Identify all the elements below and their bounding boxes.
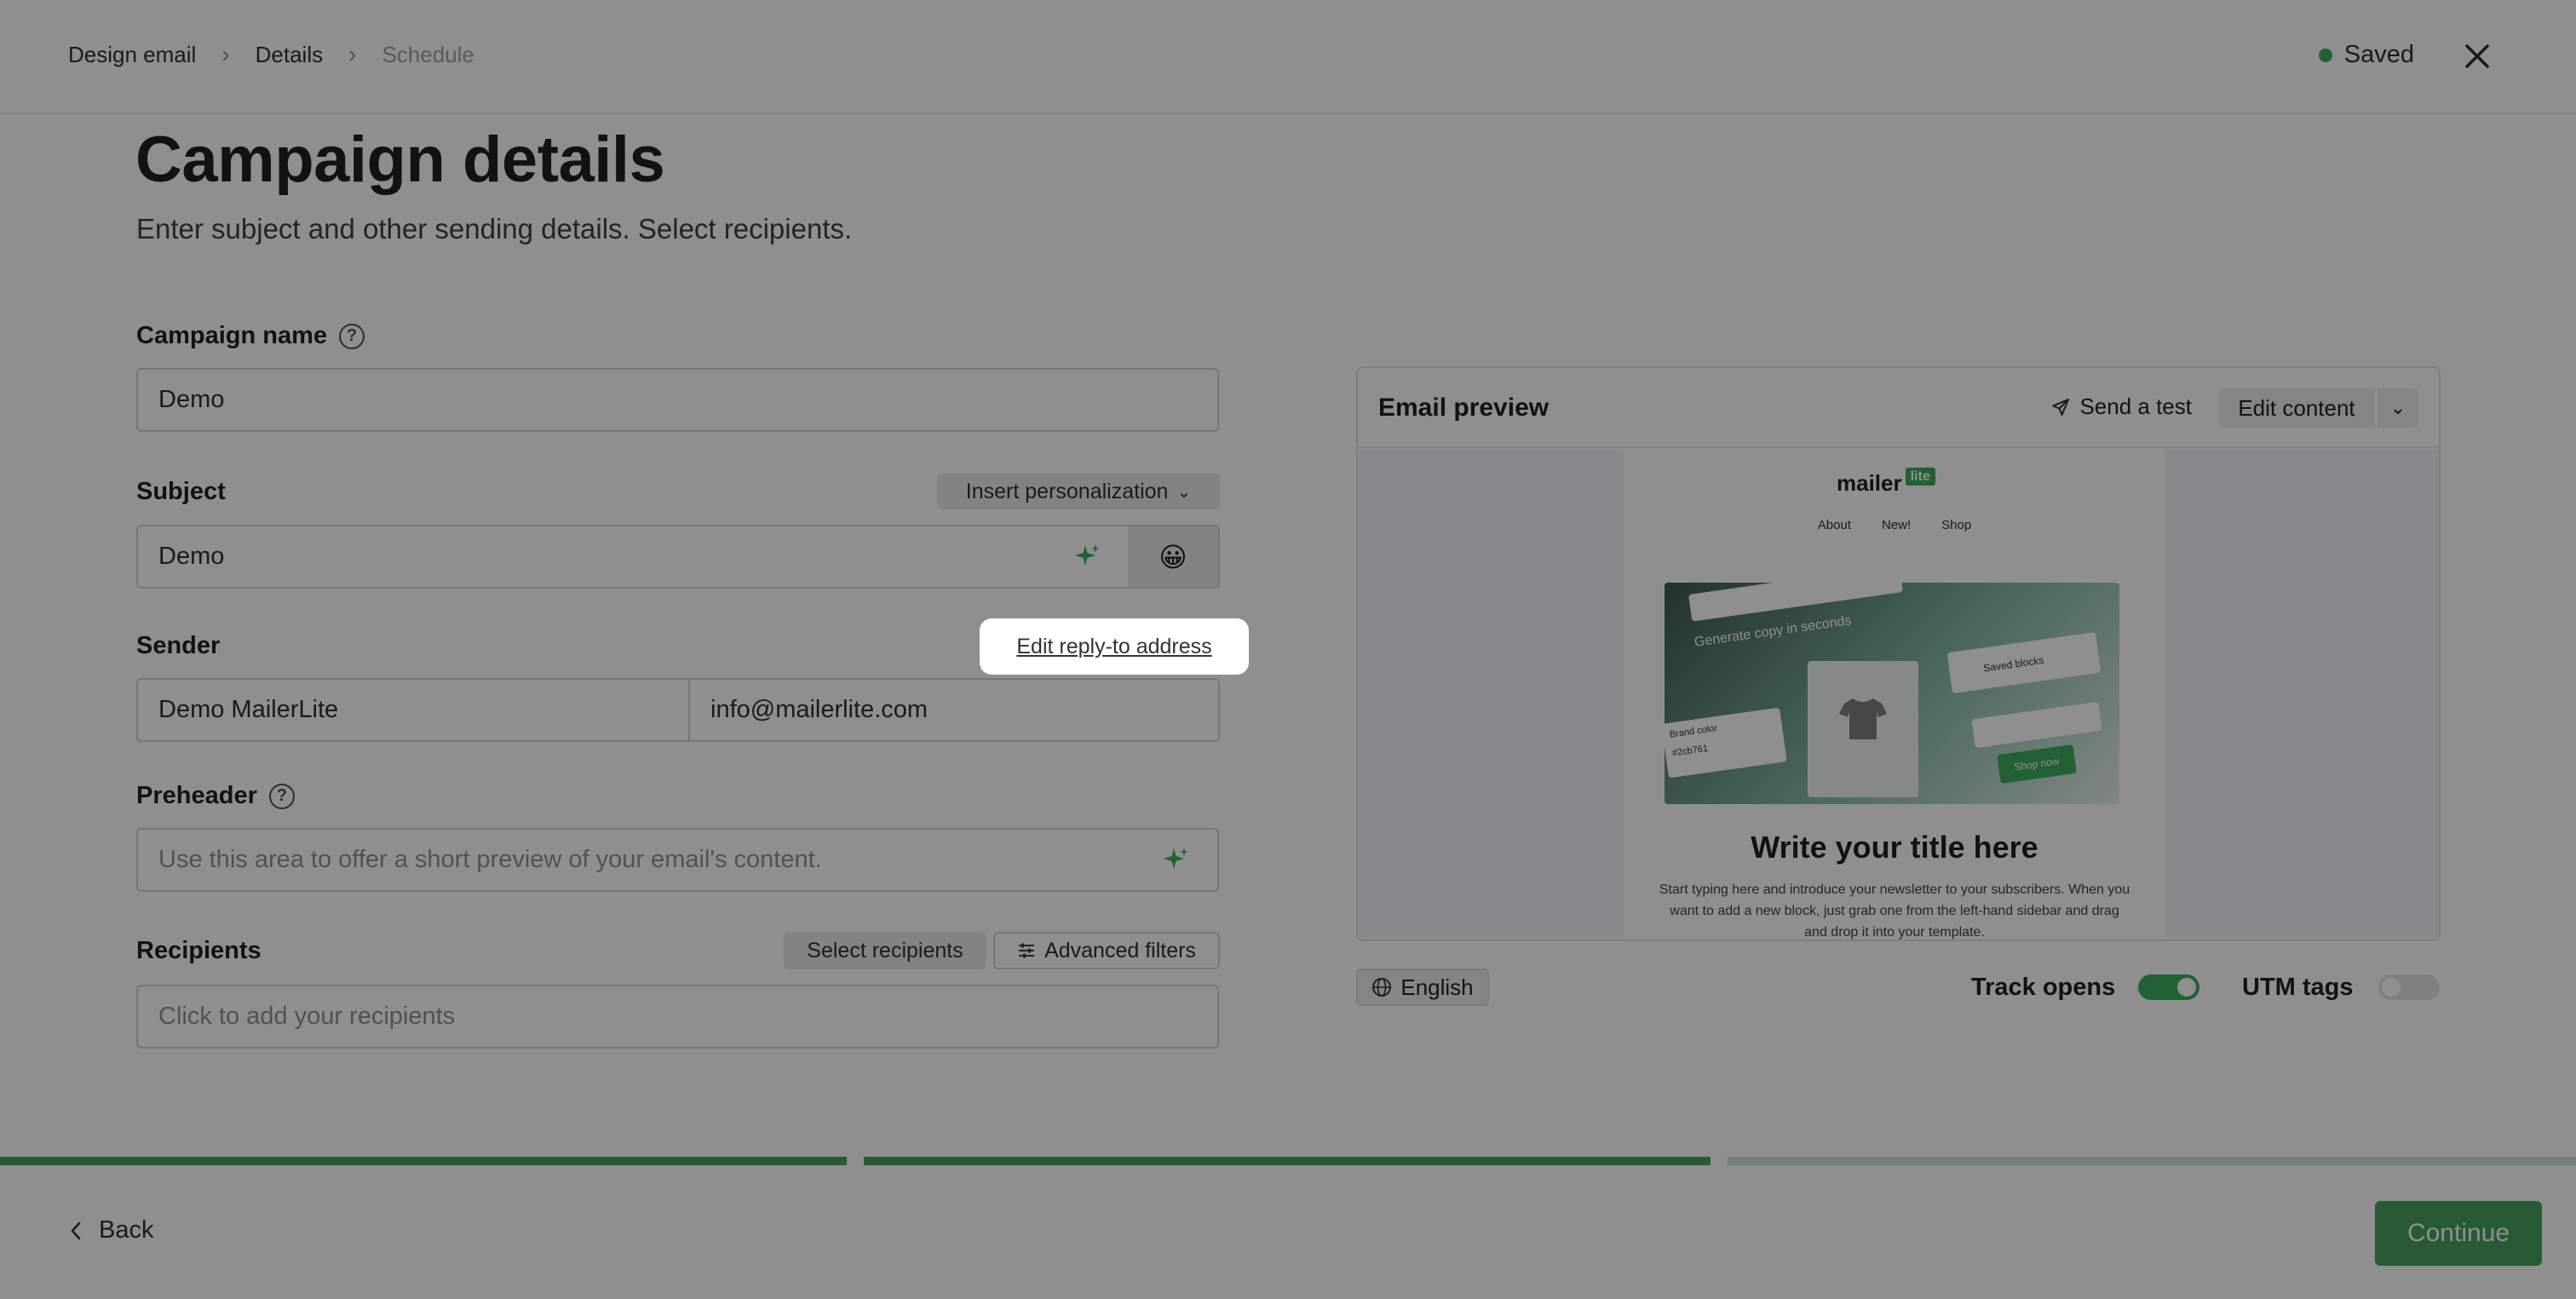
email-template: mailer lite About New! Shop Generate copy… bbox=[1624, 450, 2165, 940]
chevron-down-icon: ⌄ bbox=[2389, 397, 2406, 418]
edit-content-dropdown-button[interactable]: ⌄ bbox=[2378, 388, 2418, 428]
subject-label: Subject bbox=[136, 478, 226, 505]
editor-toolbar-graphic bbox=[1688, 583, 1904, 622]
progress-step-1 bbox=[0, 1157, 847, 1165]
progress-step-2 bbox=[864, 1157, 1711, 1165]
campaign-name-input[interactable]: Demo bbox=[136, 368, 1219, 432]
advanced-filters-button[interactable]: Advanced filters bbox=[993, 932, 1220, 969]
email-nav-new: New! bbox=[1881, 518, 1912, 532]
chevron-right-icon: › bbox=[348, 41, 357, 67]
sender-label: Sender bbox=[136, 632, 221, 659]
toggle-knob bbox=[2382, 978, 2401, 997]
product-card-graphic bbox=[1808, 661, 1918, 797]
saved-label: Saved bbox=[2343, 41, 2414, 68]
toggle-knob bbox=[2177, 978, 2196, 997]
hero-caption: Generate copy in seconds bbox=[1693, 613, 1853, 650]
subject-input[interactable]: Demo bbox=[136, 525, 1130, 589]
save-status: Saved bbox=[2318, 41, 2414, 69]
ai-sparkle-icon[interactable] bbox=[1162, 845, 1191, 874]
language-button[interactable]: English bbox=[1356, 969, 1489, 1006]
page-title: Campaign details bbox=[135, 124, 665, 196]
email-heading: Write your title here bbox=[1751, 830, 2038, 865]
format-toolbar-graphic bbox=[1971, 701, 2102, 749]
utm-tags-label: UTM tags bbox=[2242, 974, 2354, 1001]
footer-bar bbox=[0, 1165, 2576, 1299]
help-icon[interactable]: ? bbox=[268, 783, 295, 809]
send-test-label: Send a test bbox=[2079, 394, 2192, 419]
status-dot-icon bbox=[2318, 48, 2332, 62]
edit-content-button[interactable]: Edit content bbox=[2219, 388, 2374, 428]
preheader-input[interactable]: Use this area to offer a short preview o… bbox=[136, 828, 1219, 892]
email-nav-shop: Shop bbox=[1941, 518, 1972, 532]
close-icon[interactable] bbox=[2458, 37, 2496, 75]
saved-blocks-label: Saved blocks bbox=[1982, 653, 2045, 675]
insert-personalization-label: Insert personalization bbox=[965, 479, 1169, 503]
back-label: Back bbox=[99, 1216, 154, 1244]
saved-blocks-card: Saved blocks bbox=[1946, 631, 2102, 694]
campaign-details-page: Design email › Details › Schedule Saved … bbox=[0, 0, 2576, 1299]
email-nav: About New! Shop bbox=[1624, 518, 2165, 532]
language-label: English bbox=[1400, 974, 1474, 1000]
globe-icon bbox=[1372, 978, 1392, 997]
send-test-button[interactable]: Send a test bbox=[2050, 394, 2192, 420]
send-icon bbox=[2052, 398, 2070, 416]
logo-text: mailer bbox=[1837, 470, 1902, 496]
edit-reply-to-link[interactable]: Edit reply-to address bbox=[1016, 635, 1211, 659]
breadcrumb: Design email › Details › Schedule bbox=[68, 41, 474, 68]
chevron-left-icon bbox=[71, 1221, 81, 1239]
select-recipients-button[interactable]: Select recipients bbox=[784, 932, 986, 969]
breadcrumb-design-email[interactable]: Design email bbox=[68, 42, 196, 68]
email-preview-header: Email preview Send a test Edit content ⌄ bbox=[1358, 368, 2439, 448]
breadcrumb-details[interactable]: Details bbox=[256, 42, 323, 68]
recipients-label: Recipients bbox=[136, 937, 262, 964]
track-opens-toggle[interactable] bbox=[2138, 974, 2199, 1000]
top-bar: Design email › Details › Schedule Saved bbox=[0, 0, 2576, 114]
edit-reply-to-spotlight: Edit reply-to address bbox=[980, 618, 1249, 675]
mailerlite-logo: mailer lite bbox=[1837, 468, 1935, 497]
campaign-name-label-text: Campaign name bbox=[136, 322, 327, 349]
sender-name-input[interactable]: Demo MailerLite bbox=[136, 678, 690, 742]
page-subtitle: Enter subject and other sending details.… bbox=[136, 213, 853, 244]
filters-icon bbox=[1019, 943, 1035, 958]
insert-personalization-button[interactable]: Insert personalization ⌄ bbox=[937, 474, 1220, 509]
utm-tags-toggle[interactable] bbox=[2378, 974, 2440, 1000]
logo-badge: lite bbox=[1905, 468, 1935, 486]
help-icon[interactable]: ? bbox=[339, 323, 365, 349]
shop-now-label: Shop now bbox=[2013, 755, 2061, 773]
chevron-down-icon: ⌄ bbox=[1176, 482, 1192, 502]
brand-color-card: Brand color #2cb761 bbox=[1665, 707, 1787, 779]
email-body-text: Start typing here and introduce your new… bbox=[1659, 882, 2130, 940]
shop-now-graphic: Shop now bbox=[1997, 744, 2077, 785]
hero-image: Generate copy in seconds Saved blocks Br… bbox=[1665, 583, 2119, 804]
email-nav-about: About bbox=[1817, 518, 1851, 532]
continue-button[interactable]: Continue bbox=[2375, 1201, 2542, 1266]
preheader-label: Preheader ? bbox=[136, 782, 295, 810]
breadcrumb-schedule[interactable]: Schedule bbox=[382, 42, 474, 68]
progress-step-3 bbox=[1728, 1157, 2576, 1165]
recipients-input[interactable]: Click to add your recipients bbox=[136, 985, 1219, 1049]
email-preview-title: Email preview bbox=[1378, 394, 1550, 422]
track-opens-label: Track opens bbox=[1971, 974, 2116, 1001]
back-button[interactable]: Back bbox=[68, 1216, 153, 1244]
tshirt-icon bbox=[1839, 698, 1887, 739]
advanced-filters-label: Advanced filters bbox=[1044, 938, 1196, 963]
chevron-right-icon: › bbox=[221, 41, 230, 67]
ai-sparkle-icon[interactable] bbox=[1073, 542, 1102, 571]
emoji-picker-button[interactable]: 😀 bbox=[1128, 525, 1220, 589]
campaign-name-label: Campaign name ? bbox=[136, 322, 365, 350]
sender-email-input[interactable]: info@mailerlite.com bbox=[688, 678, 1220, 742]
email-preview-panel: Email preview Send a test Edit content ⌄… bbox=[1356, 366, 2441, 941]
preheader-label-text: Preheader bbox=[136, 782, 257, 809]
